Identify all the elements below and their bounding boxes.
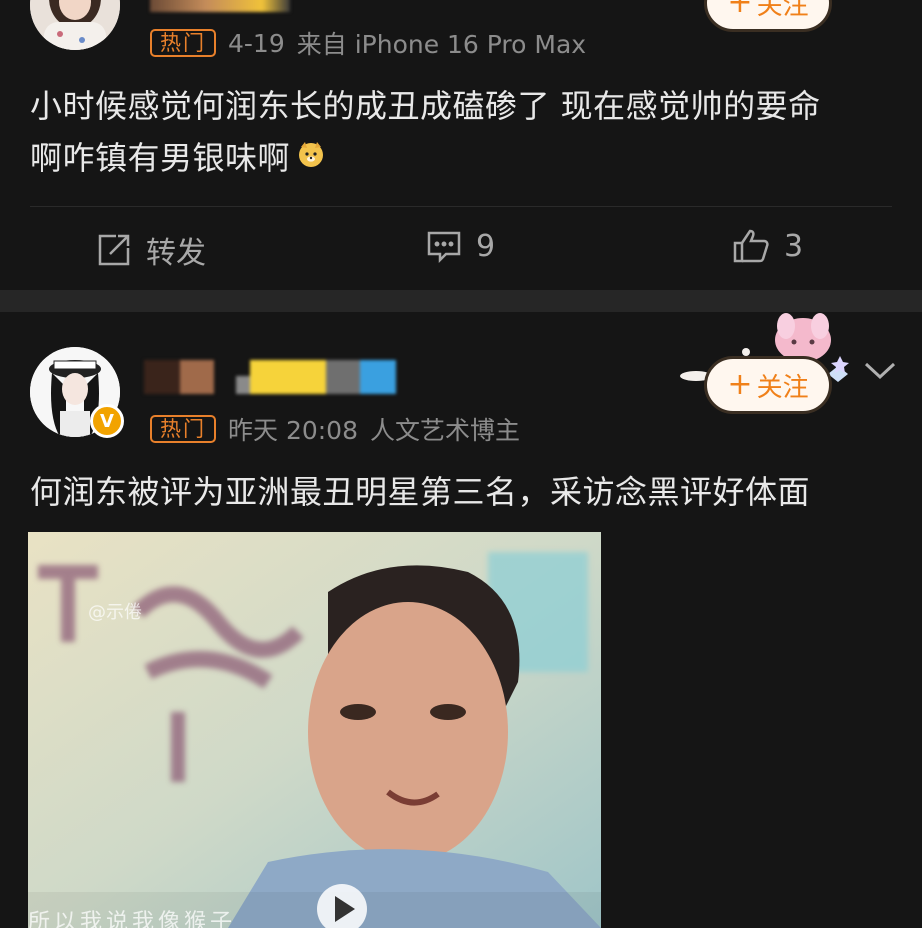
follow-label: 关注	[756, 0, 809, 21]
post-text-line: 何润东被评为亚洲最丑明星第三名，采访念黑评好体面	[30, 473, 811, 511]
comment-button[interactable]: 9	[426, 228, 495, 264]
divider	[30, 206, 892, 207]
post-text-line: 啊咋镇有男银味啊	[30, 139, 291, 177]
post-body: 小时候感觉何润东长的成丑成磕碜了 现在感觉帅的要命 啊咋镇有男银味啊	[30, 80, 821, 184]
post-meta: 热门 昨天 20:08 人文艺术博主	[150, 411, 520, 447]
plus-icon: +	[727, 367, 753, 402]
post-meta: 热门 4-19 来自 iPhone 16 Pro Max	[150, 25, 586, 61]
follow-button[interactable]: + 关注	[704, 356, 832, 414]
post-text-line: 小时候感觉何润东长的成丑成磕碜了 现在感觉帅的要命	[30, 87, 821, 125]
play-icon[interactable]	[317, 884, 367, 928]
user-tag: 人文艺术博主	[370, 416, 521, 445]
username-blurred[interactable]	[144, 360, 396, 394]
repost-icon	[96, 232, 132, 268]
post-source: 来自 iPhone 16 Pro Max	[296, 30, 587, 59]
video-watermark: @示倦	[88, 602, 142, 623]
feed-separator	[0, 290, 922, 312]
like-button[interactable]: 3	[732, 228, 803, 264]
follow-label: 关注	[756, 372, 809, 403]
comment-icon	[426, 228, 462, 264]
user-avatar[interactable]	[30, 0, 120, 50]
post-body: 何润东被评为亚洲最丑明星第三名，采访念黑评好体面	[30, 466, 810, 518]
username-blurred[interactable]	[150, 0, 290, 12]
post-time: 昨天 20:08	[228, 416, 358, 445]
feed-post-1: 热门 4-19 来自 iPhone 16 Pro Max + 关注 小时候感觉何…	[0, 0, 922, 290]
plus-icon: +	[727, 0, 753, 20]
follow-button[interactable]: + 关注	[704, 0, 832, 32]
repost-label: 转发	[146, 236, 206, 271]
like-count: 3	[784, 228, 804, 264]
chevron-down-icon[interactable]	[862, 358, 898, 386]
repost-button[interactable]: 转发	[96, 228, 206, 272]
hot-badge: 热门	[150, 29, 216, 57]
video-thumbnail[interactable]: @示倦 所以我说我像猴子	[28, 532, 601, 928]
video-frame-image	[28, 532, 601, 928]
dog-face-icon	[296, 132, 326, 184]
thumbs-up-icon	[732, 228, 770, 264]
video-subtitle: 所以我说我像猴子	[28, 910, 237, 928]
post-date: 4-19	[228, 28, 285, 58]
comment-count: 9	[476, 228, 496, 264]
verified-badge: V	[90, 404, 124, 438]
hot-badge: 热门	[150, 415, 216, 443]
